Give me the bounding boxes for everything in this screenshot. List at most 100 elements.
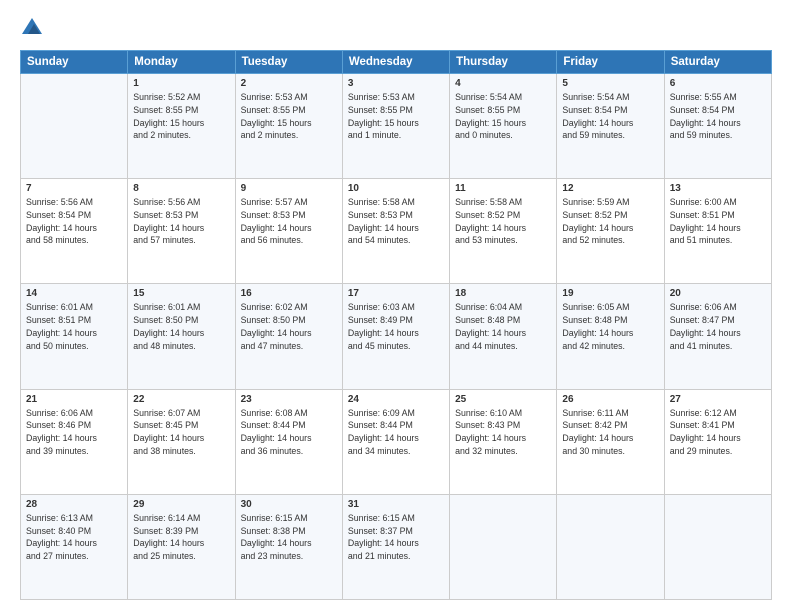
day-cell: [557, 494, 664, 599]
day-info: Sunrise: 5:56 AM Sunset: 8:53 PM Dayligh…: [133, 196, 229, 247]
day-number: 4: [455, 78, 551, 89]
day-number: 13: [670, 183, 766, 194]
day-info: Sunrise: 5:57 AM Sunset: 8:53 PM Dayligh…: [241, 196, 337, 247]
day-number: 29: [133, 499, 229, 510]
day-cell: 2Sunrise: 5:53 AM Sunset: 8:55 PM Daylig…: [235, 74, 342, 179]
week-row-3: 14Sunrise: 6:01 AM Sunset: 8:51 PM Dayli…: [21, 284, 772, 389]
header-cell-friday: Friday: [557, 51, 664, 74]
day-number: 27: [670, 394, 766, 405]
day-cell: 27 Sunrise: 6:12 AM Sunset: 8:41 PM Dayli…: [664, 389, 771, 494]
day-info: Sunrise: 6:12 AM Sunset: 8:41 PM Dayligh…: [670, 407, 766, 458]
header-cell-wednesday: Wednesday: [342, 51, 449, 74]
day-info: Sunrise: 6:11 AM Sunset: 8:42 PM Dayligh…: [562, 407, 658, 458]
day-cell: 8 Sunrise: 5:56 AM Sunset: 8:53 PM Daylig…: [128, 179, 235, 284]
day-cell: [21, 74, 128, 179]
day-number: 23: [241, 394, 337, 405]
week-row-4: 21 Sunrise: 6:06 AM Sunset: 8:46 PM Dayli…: [21, 389, 772, 494]
day-number: 8: [133, 183, 229, 194]
day-info: Sunrise: 6:06 AM Sunset: 8:46 PM Dayligh…: [26, 407, 122, 458]
header-row: SundayMondayTuesdayWednesdayThursdayFrid…: [21, 51, 772, 74]
day-info: Sunrise: 6:00 AM Sunset: 8:51 PM Dayligh…: [670, 196, 766, 247]
day-info: Sunrise: 6:04 AM Sunset: 8:48 PM Dayligh…: [455, 301, 551, 352]
day-cell: 3 Sunrise: 5:53 AM Sunset: 8:55 PM Daylig…: [342, 74, 449, 179]
day-info: Sunrise: 6:08 AM Sunset: 8:44 PM Dayligh…: [241, 407, 337, 458]
week-row-5: 28 Sunrise: 6:13 AM Sunset: 8:40 PM Dayli…: [21, 494, 772, 599]
day-info: Sunrise: 5:53 AM Sunset: 8:55 PM Dayligh…: [348, 91, 444, 142]
day-info: Sunrise: 6:09 AM Sunset: 8:44 PM Dayligh…: [348, 407, 444, 458]
day-cell: 9 Sunrise: 5:57 AM Sunset: 8:53 PM Daylig…: [235, 179, 342, 284]
header-cell-sunday: Sunday: [21, 51, 128, 74]
day-cell: [664, 494, 771, 599]
day-info: Sunrise: 6:13 AM Sunset: 8:40 PM Dayligh…: [26, 512, 122, 563]
day-cell: 23 Sunrise: 6:08 AM Sunset: 8:44 PM Dayli…: [235, 389, 342, 494]
day-cell: 19Sunrise: 6:05 AM Sunset: 8:48 PM Dayli…: [557, 284, 664, 389]
day-info: Sunrise: 6:15 AM Sunset: 8:38 PM Dayligh…: [241, 512, 337, 563]
day-cell: 16 Sunrise: 6:02 AM Sunset: 8:50 PM Dayli…: [235, 284, 342, 389]
calendar-table: SundayMondayTuesdayWednesdayThursdayFrid…: [20, 50, 772, 600]
day-number: 5: [562, 78, 658, 89]
day-cell: 17Sunrise: 6:03 AM Sunset: 8:49 PM Dayli…: [342, 284, 449, 389]
day-number: 16: [241, 288, 337, 299]
day-info: Sunrise: 6:10 AM Sunset: 8:43 PM Dayligh…: [455, 407, 551, 458]
day-info: Sunrise: 5:55 AM Sunset: 8:54 PM Dayligh…: [670, 91, 766, 142]
day-info: Sunrise: 6:01 AM Sunset: 8:51 PM Dayligh…: [26, 301, 122, 352]
day-cell: 20 Sunrise: 6:06 AM Sunset: 8:47 PM Dayli…: [664, 284, 771, 389]
day-number: 9: [241, 183, 337, 194]
header: [20, 16, 772, 40]
day-cell: 5 Sunrise: 5:54 AM Sunset: 8:54 PM Daylig…: [557, 74, 664, 179]
day-info: Sunrise: 6:01 AM Sunset: 8:50 PM Dayligh…: [133, 301, 229, 352]
day-number: 28: [26, 499, 122, 510]
day-cell: 15 Sunrise: 6:01 AM Sunset: 8:50 PM Dayli…: [128, 284, 235, 389]
day-cell: 12Sunrise: 5:59 AM Sunset: 8:52 PM Dayli…: [557, 179, 664, 284]
day-cell: 26 Sunrise: 6:11 AM Sunset: 8:42 PM Dayli…: [557, 389, 664, 494]
day-number: 10: [348, 183, 444, 194]
day-info: Sunrise: 6:06 AM Sunset: 8:47 PM Dayligh…: [670, 301, 766, 352]
day-info: Sunrise: 6:07 AM Sunset: 8:45 PM Dayligh…: [133, 407, 229, 458]
day-info: Sunrise: 5:52 AM Sunset: 8:55 PM Dayligh…: [133, 91, 229, 142]
day-cell: 25 Sunrise: 6:10 AM Sunset: 8:43 PM Dayli…: [450, 389, 557, 494]
day-cell: 10Sunrise: 5:58 AM Sunset: 8:53 PM Dayli…: [342, 179, 449, 284]
day-number: 21: [26, 394, 122, 405]
day-cell: 7 Sunrise: 5:56 AM Sunset: 8:54 PM Daylig…: [21, 179, 128, 284]
day-number: 22: [133, 394, 229, 405]
calendar-page: SundayMondayTuesdayWednesdayThursdayFrid…: [0, 0, 792, 612]
day-number: 15: [133, 288, 229, 299]
day-cell: 4 Sunrise: 5:54 AM Sunset: 8:55 PM Daylig…: [450, 74, 557, 179]
day-cell: 13 Sunrise: 6:00 AM Sunset: 8:51 PM Dayli…: [664, 179, 771, 284]
day-number: 3: [348, 78, 444, 89]
day-cell: 22 Sunrise: 6:07 AM Sunset: 8:45 PM Dayli…: [128, 389, 235, 494]
day-cell: 31Sunrise: 6:15 AM Sunset: 8:37 PM Dayli…: [342, 494, 449, 599]
header-cell-tuesday: Tuesday: [235, 51, 342, 74]
day-info: Sunrise: 5:59 AM Sunset: 8:52 PM Dayligh…: [562, 196, 658, 247]
day-cell: 1 Sunrise: 5:52 AM Sunset: 8:55 PM Daylig…: [128, 74, 235, 179]
calendar-header: SundayMondayTuesdayWednesdayThursdayFrid…: [21, 51, 772, 74]
day-cell: 29 Sunrise: 6:14 AM Sunset: 8:39 PM Dayli…: [128, 494, 235, 599]
day-info: Sunrise: 6:02 AM Sunset: 8:50 PM Dayligh…: [241, 301, 337, 352]
day-cell: 30Sunrise: 6:15 AM Sunset: 8:38 PM Dayli…: [235, 494, 342, 599]
header-cell-thursday: Thursday: [450, 51, 557, 74]
day-info: Sunrise: 5:58 AM Sunset: 8:52 PM Dayligh…: [455, 196, 551, 247]
day-number: 25: [455, 394, 551, 405]
day-info: Sunrise: 6:15 AM Sunset: 8:37 PM Dayligh…: [348, 512, 444, 563]
day-number: 1: [133, 78, 229, 89]
day-info: Sunrise: 5:56 AM Sunset: 8:54 PM Dayligh…: [26, 196, 122, 247]
day-cell: 6 Sunrise: 5:55 AM Sunset: 8:54 PM Daylig…: [664, 74, 771, 179]
day-number: 18: [455, 288, 551, 299]
week-row-2: 7 Sunrise: 5:56 AM Sunset: 8:54 PM Daylig…: [21, 179, 772, 284]
day-info: Sunrise: 6:14 AM Sunset: 8:39 PM Dayligh…: [133, 512, 229, 563]
header-cell-monday: Monday: [128, 51, 235, 74]
day-number: 20: [670, 288, 766, 299]
logo-icon: [20, 16, 44, 40]
day-number: 17: [348, 288, 444, 299]
day-cell: 11Sunrise: 5:58 AM Sunset: 8:52 PM Dayli…: [450, 179, 557, 284]
day-number: 7: [26, 183, 122, 194]
day-number: 6: [670, 78, 766, 89]
header-cell-saturday: Saturday: [664, 51, 771, 74]
day-cell: 21 Sunrise: 6:06 AM Sunset: 8:46 PM Dayli…: [21, 389, 128, 494]
day-number: 26: [562, 394, 658, 405]
calendar-body: 1 Sunrise: 5:52 AM Sunset: 8:55 PM Daylig…: [21, 74, 772, 600]
day-cell: 14Sunrise: 6:01 AM Sunset: 8:51 PM Dayli…: [21, 284, 128, 389]
day-info: Sunrise: 5:54 AM Sunset: 8:54 PM Dayligh…: [562, 91, 658, 142]
day-cell: 24Sunrise: 6:09 AM Sunset: 8:44 PM Dayli…: [342, 389, 449, 494]
day-info: Sunrise: 5:54 AM Sunset: 8:55 PM Dayligh…: [455, 91, 551, 142]
